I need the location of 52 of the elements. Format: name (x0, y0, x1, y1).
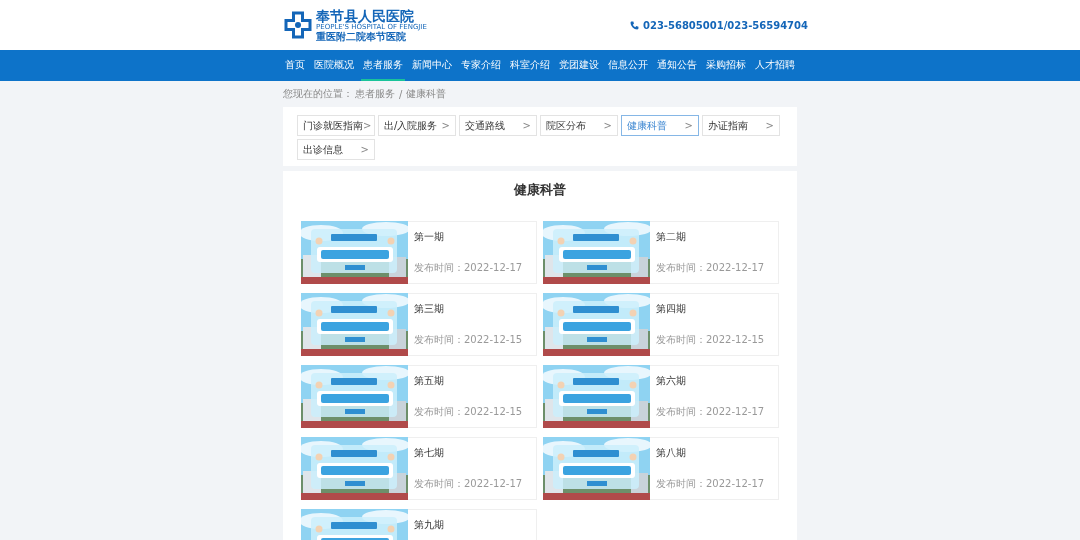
nav-item[interactable]: 人才招聘 (753, 50, 797, 81)
article-date: 发布时间：2022-12-17 (414, 477, 523, 491)
article-title: 第一期 (414, 230, 445, 244)
article-title: 第九期 (414, 518, 444, 532)
article-card[interactable]: 第九期 (301, 509, 537, 540)
nav-item[interactable]: 通知公告 (655, 50, 699, 81)
article-title: 第八期 (656, 446, 687, 460)
article-card[interactable]: 第二期 发布时间：2022-12-17 (543, 221, 779, 284)
article-title: 第七期 (414, 446, 445, 460)
hospital-alt-name: 重医附二院奉节医院 (316, 31, 406, 42)
article-title: 第六期 (656, 374, 687, 388)
article-title: 第五期 (414, 374, 445, 388)
article-card[interactable]: 第八期 发布时间：2022-12-17 (543, 437, 779, 500)
breadcrumb-separator: / (399, 88, 403, 100)
article-card[interactable]: 第六期 发布时间：2022-12-17 (543, 365, 779, 428)
article-title: 第三期 (414, 302, 445, 316)
nav-item[interactable]: 专家介绍 (459, 50, 503, 81)
article-date: 发布时间：2022-12-17 (656, 261, 765, 275)
article-card[interactable]: 第三期 发布时间：2022-12-15 (301, 293, 537, 356)
phone-icon (629, 20, 639, 30)
subnav-tab[interactable]: 出诊信息 > (297, 139, 375, 160)
nav-item[interactable]: 信息公开 (606, 50, 650, 81)
article-date: 发布时间：2022-12-15 (656, 333, 765, 347)
article-date: 发布时间：2022-12-17 (656, 405, 765, 419)
nav-item[interactable]: 科室介绍 (508, 50, 552, 81)
article-date: 发布时间：2022-12-15 (414, 405, 523, 419)
article-card[interactable]: 第七期 发布时间：2022-12-17 (301, 437, 537, 500)
article-date: 发布时间：2022-12-17 (656, 477, 765, 491)
subnav-tab[interactable]: 门诊就医指南> (297, 115, 375, 136)
article-card[interactable]: 第四期 发布时间：2022-12-15 (543, 293, 779, 356)
article-title: 第二期 (656, 230, 687, 244)
subnav-tab[interactable]: 院区分布 > (540, 115, 618, 136)
hospital-name: 奉节县人民医院 (316, 8, 414, 23)
nav-item[interactable]: 采购招标 (704, 50, 748, 81)
article-card[interactable]: 第一期 发布时间：2022-12-17 (301, 221, 537, 284)
phone-number: 023-56805001/023-56594704 (642, 19, 808, 31)
article-date: 发布时间：2022-12-17 (414, 261, 523, 275)
article-date: 发布时间：2022-12-15 (414, 333, 523, 347)
nav-item[interactable]: 新闻中心 (410, 50, 454, 81)
nav-item[interactable]: 首页 (283, 50, 307, 81)
nav-item[interactable]: 患者服务 (361, 50, 405, 81)
subnav-tab[interactable]: 交通路线 > (459, 115, 537, 136)
breadcrumb-label: 您现在的位置： (283, 87, 353, 101)
nav-item[interactable]: 党团建设 (557, 50, 601, 81)
article-card[interactable]: 第五期 发布时间：2022-12-15 (301, 365, 537, 428)
subnav-tab[interactable]: 办证指南 > (702, 115, 780, 136)
article-title: 第四期 (656, 302, 687, 316)
section-title: 健康科普 (512, 181, 567, 199)
subnav-tab[interactable]: 健康科普 > (621, 115, 699, 136)
nav-item[interactable]: 医院概况 (312, 50, 356, 81)
hospital-logo-icon (283, 10, 313, 40)
subnav-tab[interactable]: 出/入院服务 > (378, 115, 456, 136)
